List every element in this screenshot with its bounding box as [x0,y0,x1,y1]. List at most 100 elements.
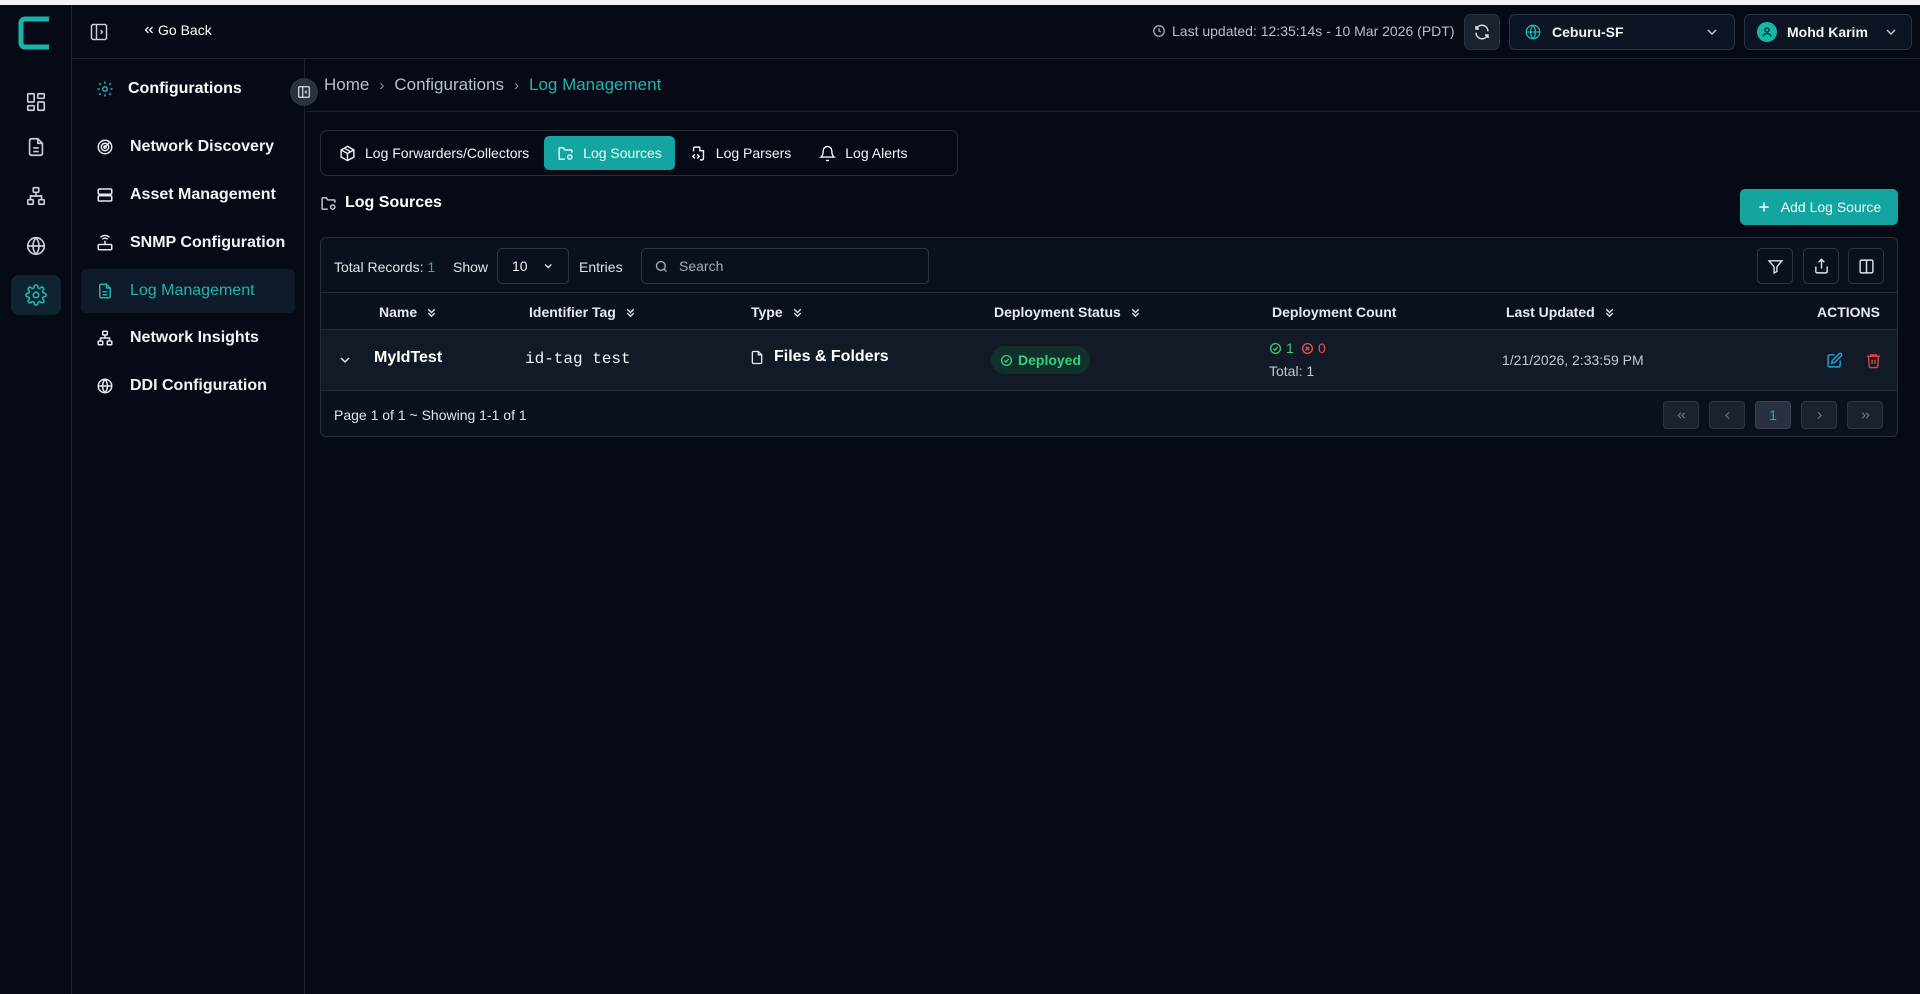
collapse-config-sidebar-button[interactable] [290,78,318,106]
rail-dashboard-button[interactable] [11,82,61,122]
network-topology-icon [26,186,46,206]
table-row: MyIdTest id-tag test Files & Folders Dep… [321,330,1897,390]
filter-button[interactable] [1757,248,1793,284]
expand-row-button[interactable] [333,348,357,372]
export-button[interactable] [1803,248,1839,284]
add-log-source-button[interactable]: Add Log Source [1740,189,1898,225]
dashboard-icon [26,92,46,112]
row-last-updated: 1/21/2026, 2:33:59 PM [1502,352,1644,368]
sort-type-button[interactable] [791,306,804,319]
refresh-button[interactable] [1464,14,1500,50]
go-back-link[interactable]: Go Back [142,22,212,38]
column-deployment-count: Deployment Count [1272,304,1396,320]
edit-button[interactable] [1821,347,1847,373]
previous-page-button[interactable] [1709,401,1745,429]
document-icon [28,137,44,157]
site-select-value: Ceburu-SF [1552,24,1624,40]
column-label: Deployment Count [1272,304,1397,320]
sort-deployment-status-button[interactable] [1129,306,1142,319]
toggle-sidebar-button[interactable] [86,19,112,45]
row-identifier-tag: id-tag test [525,350,631,368]
last-page-button[interactable] [1847,401,1883,429]
sidebar-item-label: Network Insights [130,329,259,346]
sort-chevrons-icon [427,308,436,317]
refresh-icon [1475,24,1489,40]
row-type: Files & Folders [749,348,889,366]
rail-network-button[interactable] [11,226,61,266]
sidebar-item-ddi-configuration[interactable]: DDI Configuration [81,364,295,408]
column-label: Identifier Tag [529,304,616,320]
double-chevron-left-icon [1676,411,1685,419]
rail-topology-button[interactable] [11,176,61,216]
go-back-label: Go Back [158,22,212,38]
rail-settings-button[interactable] [11,275,61,315]
sidebar-item-network-insights[interactable]: Network Insights [81,316,295,360]
page-size-select[interactable]: 10 [497,248,569,284]
total-records-count: 1 [427,259,436,275]
icon-rail [0,5,72,994]
sort-chevrons-icon [1131,308,1140,317]
search-icon [655,260,667,272]
sidebar-item-asset-management[interactable]: Asset Management [81,173,295,217]
breadcrumb-separator: › [379,76,385,94]
chevron-down-icon [1886,29,1896,35]
total-records-label: Total Records: [334,259,424,275]
app: Go Back Last updated: 12:35:14s - 10 Mar… [0,5,1920,994]
tab-log-parsers[interactable]: Log Parsers [677,136,804,170]
tab-log-sources[interactable]: Log Sources [544,136,675,170]
sidebar-item-snmp-configuration[interactable]: SNMP Configuration [81,221,295,265]
columns-button[interactable] [1848,248,1884,284]
folder-settings-icon [558,146,573,160]
check-circle-icon [1000,354,1013,366]
tab-log-alerts[interactable]: Log Alerts [806,136,920,170]
first-page-button[interactable] [1663,401,1699,429]
site-select[interactable]: Ceburu-SF [1509,14,1735,50]
sidebar-toggle-icon [90,23,108,41]
status-badge-text: Deployed [1018,352,1082,368]
row-name: MyIdTest [374,349,443,366]
sort-identifier-tag-button[interactable] [624,306,637,319]
tab-label: Log Parsers [715,145,792,161]
tab-label: Log Alerts [845,145,908,161]
log-sources-table: Total Records: 1 Show 10 Entries Search … [320,237,1898,437]
sort-last-updated-button[interactable] [1603,306,1616,319]
sort-chevrons-icon [1605,308,1613,317]
rail-reports-button[interactable] [11,127,61,167]
column-type: Type [751,304,804,320]
globe-icon [26,236,46,256]
filter-icon [1767,259,1783,274]
sort-chevrons-icon [626,308,635,317]
search-box [641,248,929,284]
app-logo[interactable] [17,13,53,53]
sidebar-item-label: Log Management [130,282,255,299]
chevron-right-icon [1816,411,1822,419]
tab-label: Log Forwarders/Collectors [365,145,530,161]
user-menu[interactable]: Mohd Karim [1744,14,1912,50]
next-page-button[interactable] [1801,401,1837,429]
column-label: Last Updated [1506,304,1595,320]
avatar [1757,22,1777,42]
breadcrumb-configurations[interactable]: Configurations [394,75,504,95]
sidebar-item-log-management[interactable]: Log Management [81,269,295,313]
log-file-icon [99,283,111,299]
table-header: Name Identifier Tag Type Deployment Stat… [321,293,1897,330]
sort-name-button[interactable] [425,306,438,319]
breadcrumb-home[interactable]: Home [324,75,369,95]
delete-button[interactable] [1860,347,1886,373]
page-1-button[interactable]: 1 [1755,401,1791,429]
breadcrumb: Home › Configurations › Log Management [306,59,1920,112]
column-label: Type [751,304,783,320]
gear-icon [97,81,113,97]
search-input[interactable] [679,258,909,274]
check-circle-icon [1269,342,1282,354]
total-records: Total Records: 1 [334,259,435,275]
edit-icon [1826,352,1842,368]
sort-chevrons-icon [793,308,801,317]
chevron-left-icon [1724,411,1730,419]
breadcrumb-separator: › [513,76,519,94]
column-deployment-status: Deployment Status [994,304,1142,320]
column-label: ACTIONS [1817,304,1880,320]
double-chevron-right-icon [1861,411,1870,419]
sidebar-item-network-discovery[interactable]: Network Discovery [81,125,295,169]
tab-log-forwarders[interactable]: Log Forwarders/Collectors [326,136,542,170]
